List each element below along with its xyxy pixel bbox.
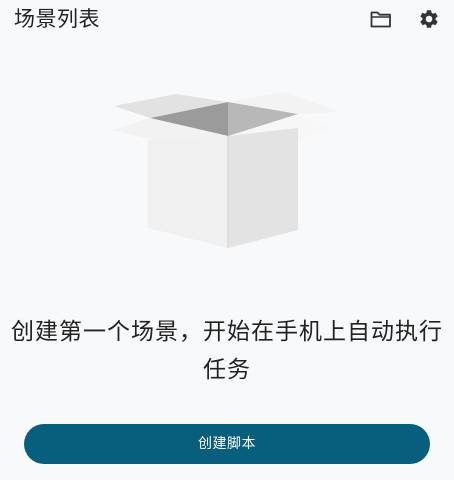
gear-icon bbox=[420, 10, 438, 28]
open-folder-button[interactable] bbox=[368, 6, 394, 32]
top-app-bar: 场景列表 bbox=[0, 0, 454, 38]
page-title: 场景列表 bbox=[14, 7, 100, 31]
box-right-face bbox=[228, 128, 298, 248]
settings-button[interactable] bbox=[416, 6, 442, 32]
folder-icon bbox=[370, 11, 391, 28]
empty-state-message: 创建第一个场景，开始在手机上自动执行任务 bbox=[11, 319, 443, 383]
box-left-face bbox=[148, 136, 228, 248]
empty-box-illustration bbox=[112, 92, 340, 248]
scene-list-screen: 场景列表 创建第一个场景，开始在手机上自动执行任务 创建脚本 bbox=[0, 0, 454, 480]
create-script-button[interactable]: 创建脚本 bbox=[24, 424, 430, 464]
